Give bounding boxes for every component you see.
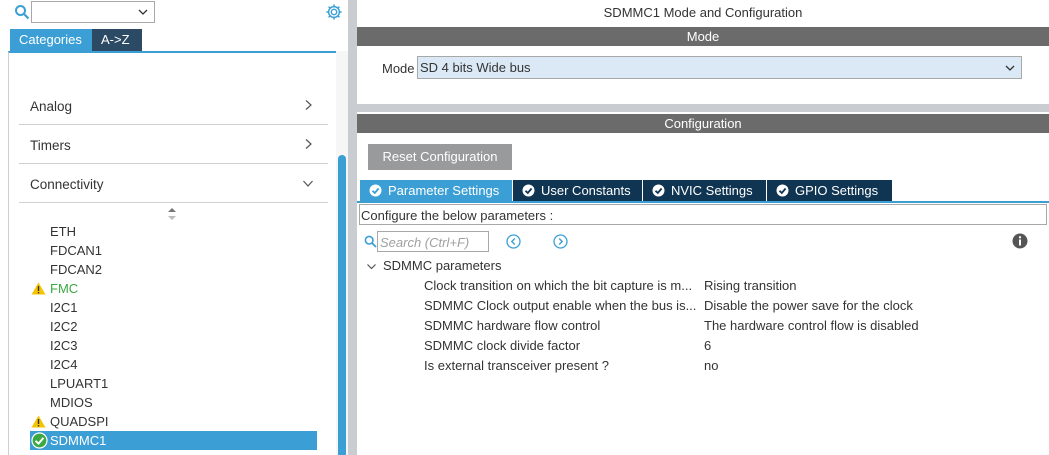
check-circle-icon <box>776 184 789 197</box>
tab-categories[interactable]: Categories <box>10 29 92 51</box>
list-item-label: I2C4 <box>50 357 78 372</box>
chevron-down-icon[interactable] <box>1004 62 1016 74</box>
list-item-label: I2C3 <box>50 338 78 353</box>
scrollbar-thumb[interactable] <box>338 155 346 455</box>
chevron-down-icon[interactable] <box>366 261 377 272</box>
list-item-label: QUADSPI <box>50 414 109 429</box>
chevron-right-icon <box>305 139 312 149</box>
list-item-label: LPUART1 <box>50 376 109 391</box>
group-label: SDMMC parameters <box>383 258 502 273</box>
instruction-box: Configure the below parameters : <box>359 204 1047 225</box>
category-connectivity[interactable]: Connectivity <box>19 165 328 203</box>
parameter-name: SDMMC hardware flow control <box>424 318 601 333</box>
search-placeholder: Search (Ctrl+F) <box>380 235 470 250</box>
sort-icon[interactable] <box>167 207 177 221</box>
search-icon <box>364 235 377 248</box>
warning-icon <box>31 282 46 295</box>
parameter-name: SDMMC clock divide factor <box>424 338 581 353</box>
mode-section-header: Mode <box>357 27 1049 46</box>
search-combo[interactable] <box>31 1 155 23</box>
list-item-label: I2C1 <box>50 300 78 315</box>
tab-gpio-settings[interactable]: GPIO Settings <box>767 180 892 201</box>
tab-label: Parameter Settings <box>388 183 500 198</box>
parameter-name: Clock transition on which the bit captur… <box>424 278 693 293</box>
parameter-row[interactable]: SDMMC clock divide factor 6 <box>357 338 1049 358</box>
parameter-search-input[interactable]: Search (Ctrl+F) <box>377 231 489 252</box>
chevron-right-icon <box>305 100 312 110</box>
page-title: SDMMC1 Mode and Configuration <box>603 5 803 20</box>
app-root: Categories A->Z Analog Timers Connectivi… <box>0 0 1049 455</box>
reset-configuration-button[interactable]: Reset Configuration <box>368 144 512 170</box>
section-divider <box>357 104 1049 112</box>
list-item-label: FDCAN2 <box>50 262 103 277</box>
parameter-name: Is external transceiver present ? <box>424 358 609 373</box>
check-circle-icon <box>522 184 535 197</box>
tab-label: GPIO Settings <box>795 183 879 198</box>
parameter-row[interactable]: Clock transition on which the bit captur… <box>357 278 1049 298</box>
list-item-label: FDCAN1 <box>50 243 103 258</box>
parameter-name: SDMMC Clock output enable when the bus i… <box>424 298 697 313</box>
category-label: Timers <box>30 138 71 153</box>
parameter-row[interactable]: SDMMC hardware flow control The hardware… <box>357 318 1049 338</box>
chevron-down-icon[interactable] <box>137 6 149 18</box>
parameter-value[interactable]: Rising transition <box>704 278 797 293</box>
mode-select-value: SD 4 bits Wide bus <box>420 60 531 75</box>
category-label: Analog <box>30 99 73 114</box>
check-circle-icon <box>652 184 665 197</box>
list-item-label: SDMMC1 <box>50 433 107 448</box>
parameter-row[interactable]: Is external transceiver present ? no <box>357 358 1049 378</box>
tab-nvic-settings[interactable]: NVIC Settings <box>643 180 766 201</box>
parameter-value[interactable]: 6 <box>704 338 711 353</box>
tab-label: NVIC Settings <box>671 183 753 198</box>
list-item-label: MDIOS <box>50 395 93 410</box>
arrow-left-circle-icon[interactable] <box>506 234 521 249</box>
search-row <box>0 0 348 26</box>
right-panel: SDMMC1 Mode and Configuration Mode Mode … <box>357 0 1049 455</box>
list-item-label: I2C2 <box>50 319 78 334</box>
mode-select[interactable]: SD 4 bits Wide bus <box>417 56 1022 79</box>
category-label: Connectivity <box>30 177 104 192</box>
check-circle-icon <box>369 184 382 197</box>
list-item-label: FMC <box>50 281 79 296</box>
warning-icon <box>31 415 46 428</box>
chevron-down-icon <box>303 180 313 187</box>
parameter-value[interactable]: The hardware control flow is disabled <box>704 318 919 333</box>
info-icon[interactable] <box>1012 233 1028 249</box>
configuration-section-header: Configuration <box>357 114 1049 133</box>
tab-label: User Constants <box>541 183 631 198</box>
tab-a-to-z[interactable]: A->Z <box>92 29 142 51</box>
tab-parameter-settings[interactable]: Parameter Settings <box>360 180 512 201</box>
mode-label: Mode <box>382 61 415 76</box>
parameter-value[interactable]: no <box>704 358 718 373</box>
arrow-right-circle-icon[interactable] <box>553 234 568 249</box>
left-panel: Categories A->Z Analog Timers Connectivi… <box>0 0 348 455</box>
check-circle-icon <box>31 432 48 449</box>
tab-user-constants[interactable]: User Constants <box>513 180 642 201</box>
instruction-text: Configure the below parameters : <box>361 208 554 223</box>
panel-splitter[interactable] <box>348 0 357 455</box>
category-analog[interactable]: Analog <box>19 87 328 125</box>
parameter-row[interactable]: SDMMC Clock output enable when the bus i… <box>357 298 1049 318</box>
category-timers[interactable]: Timers <box>19 126 328 164</box>
list-item-sdmmc1[interactable]: SDMMC1 <box>30 431 317 450</box>
list-item-label: ETH <box>50 224 76 239</box>
parameter-value[interactable]: Disable the power save for the clock <box>704 298 913 313</box>
search-icon[interactable] <box>14 4 30 20</box>
gear-icon[interactable] <box>325 3 343 21</box>
